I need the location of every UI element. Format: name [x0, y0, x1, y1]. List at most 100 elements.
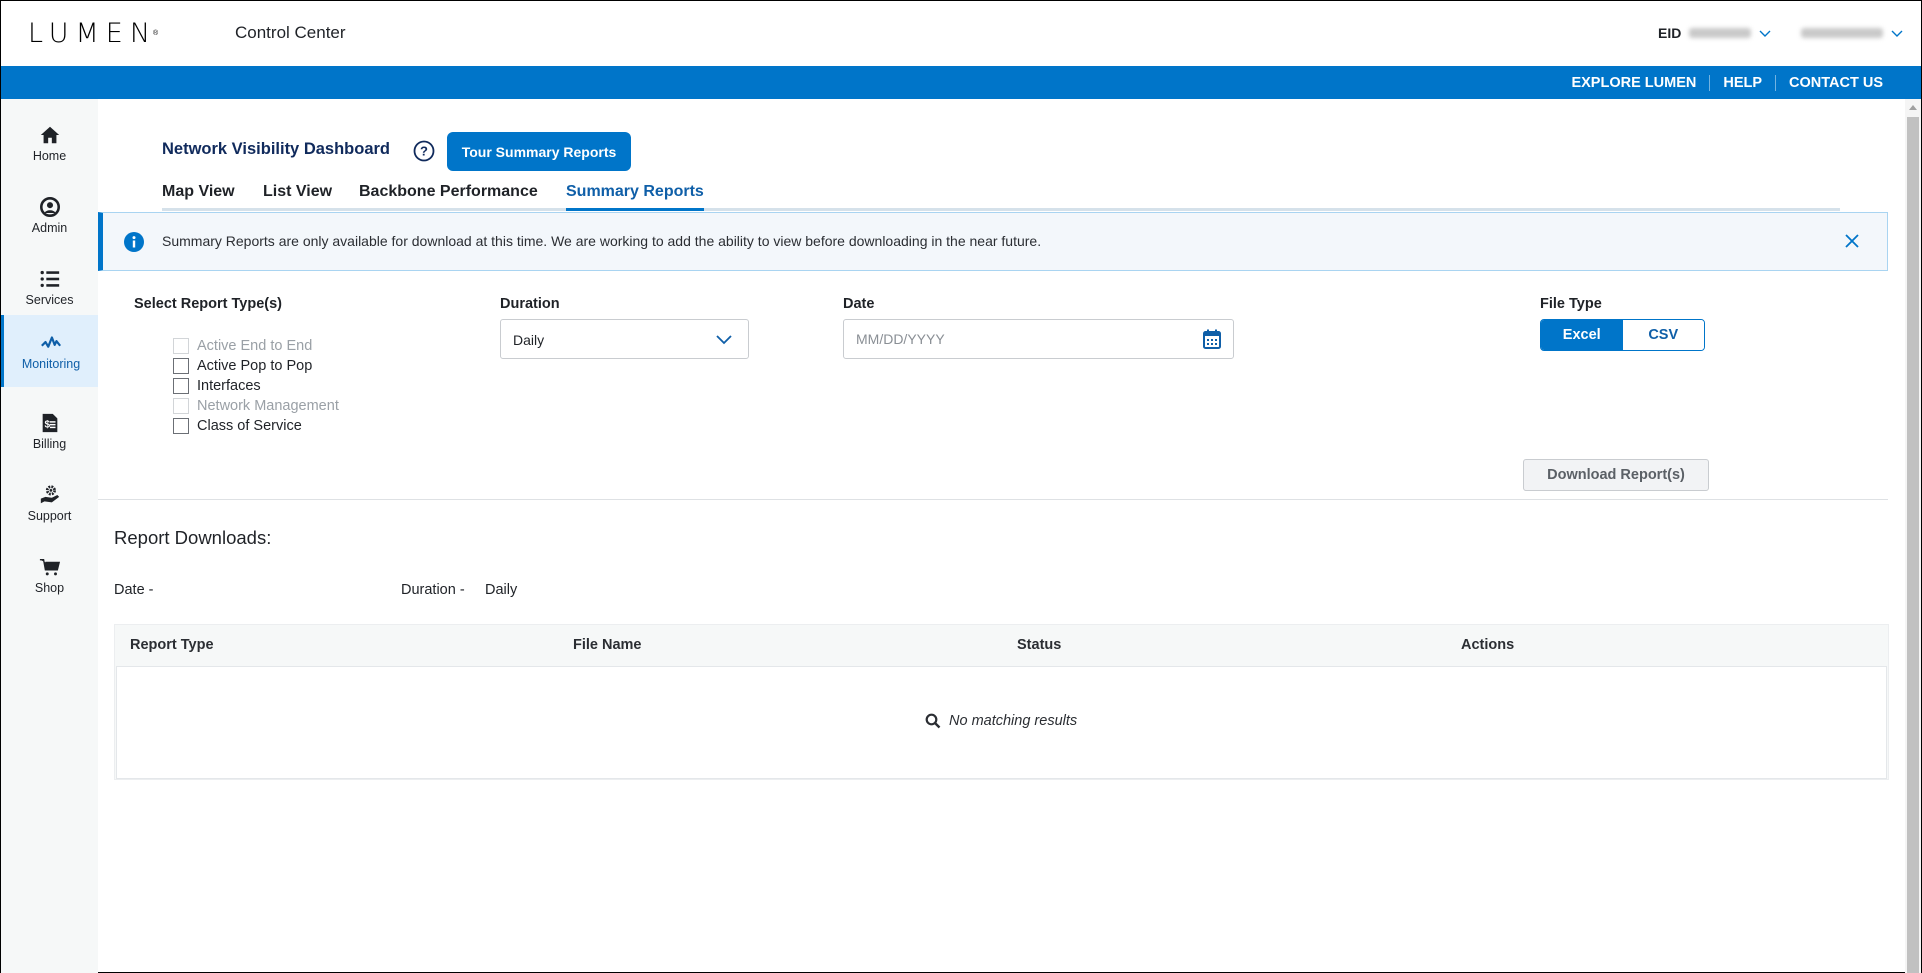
file-type-csv[interactable]: CSV	[1622, 320, 1704, 350]
column-header-status[interactable]: Status	[1017, 637, 1061, 653]
column-header-report-type[interactable]: Report Type	[130, 637, 214, 653]
tab-map-view[interactable]: Map View	[162, 183, 235, 211]
sidebar-item-home[interactable]: Home	[1, 107, 98, 179]
file-type-label: File Type	[1540, 296, 1602, 312]
explore-lumen-link[interactable]: EXPLORE LUMEN	[1558, 75, 1709, 91]
section-divider	[98, 499, 1888, 500]
utility-links: EXPLORE LUMEN HELP CONTACT US	[1558, 66, 1896, 99]
sidebar-item-support[interactable]: Support	[1, 467, 98, 539]
tour-summary-reports-button[interactable]: Tour Summary Reports	[447, 132, 631, 171]
svg-text:$: $	[44, 419, 50, 430]
list-icon	[40, 270, 59, 287]
eid-value-redacted	[1689, 28, 1752, 38]
report-types-label: Select Report Type(s)	[134, 296, 282, 312]
help-link[interactable]: HELP	[1710, 75, 1775, 91]
sidebar-item-monitoring[interactable]: Monitoring	[1, 315, 98, 387]
sidebar-item-label: Services	[25, 292, 74, 307]
close-icon[interactable]	[1842, 231, 1862, 251]
download-reports-button[interactable]: Download Report(s)	[1523, 459, 1709, 491]
invoice-icon: $	[42, 413, 57, 432]
chevron-down-icon[interactable]	[1891, 27, 1903, 39]
column-header-actions[interactable]: Actions	[1461, 637, 1514, 653]
top-header: LUMEN ® Control Center EID	[1, 1, 1921, 66]
eid-label: EID	[1658, 25, 1682, 41]
report-type-checkboxes: Active End to End Active Pop to Pop Inte…	[173, 336, 339, 436]
empty-state-text: No matching results	[949, 713, 1078, 729]
checkbox-label: Class of Service	[197, 418, 302, 434]
checkbox[interactable]	[173, 338, 189, 354]
checkbox-label: Active Pop to Pop	[197, 358, 313, 374]
eid-selector[interactable]: EID	[1658, 25, 1903, 41]
checkbox[interactable]	[173, 398, 189, 414]
sidebar-item-label: Home	[32, 148, 67, 163]
support-gear-hand-icon	[40, 484, 59, 503]
calendar-icon[interactable]	[1203, 329, 1221, 349]
checkbox[interactable]	[173, 378, 189, 394]
date-label: Date	[843, 296, 875, 312]
logo-text: LUMEN	[28, 17, 158, 49]
date-input[interactable]	[844, 320, 1184, 358]
utility-bar: EXPLORE LUMEN HELP CONTACT US	[1, 66, 1921, 99]
date-meta-label: Date -	[114, 582, 154, 598]
sidebar-item-label: Admin	[31, 220, 68, 235]
sidebar-item-services[interactable]: Services	[1, 251, 98, 323]
sidebar-item-admin[interactable]: Admin	[1, 179, 98, 251]
sidebar: Home Admin Services Monitoring $ Billing…	[1, 99, 98, 973]
alert-message: Summary Reports are only available for d…	[162, 233, 1042, 249]
scroll-up-arrow[interactable]	[1905, 99, 1921, 115]
view-tabs: Map View List View Backbone Performance …	[162, 181, 1840, 211]
cart-icon	[39, 558, 60, 575]
sidebar-item-label: Billing	[32, 436, 67, 451]
empty-state: No matching results	[925, 713, 1077, 729]
file-type-toggle: Excel CSV	[1540, 319, 1705, 351]
registered-mark: ®	[153, 29, 159, 37]
sidebar-item-label: Support	[27, 508, 72, 523]
contact-us-link[interactable]: CONTACT US	[1776, 75, 1896, 91]
help-circle-icon[interactable]: ?	[413, 140, 435, 162]
checkbox-class-of-service[interactable]: Class of Service	[173, 416, 339, 436]
info-alert: Summary Reports are only available for d…	[98, 212, 1888, 271]
lumen-logo[interactable]: LUMEN ®	[28, 17, 159, 49]
sidebar-item-shop[interactable]: Shop	[1, 539, 98, 611]
report-downloads-table: Report Type File Name Status Actions No …	[114, 624, 1889, 780]
file-type-excel[interactable]: Excel	[1541, 320, 1623, 350]
column-header-file-name[interactable]: File Name	[573, 637, 642, 653]
app-title: Control Center	[235, 23, 346, 42]
scrollbar-thumb[interactable]	[1907, 117, 1919, 973]
report-downloads-title: Report Downloads:	[114, 527, 272, 548]
home-icon	[40, 126, 59, 143]
checkbox-active-end-to-end[interactable]: Active End to End	[173, 336, 339, 356]
checkbox-active-pop-to-pop[interactable]: Active Pop to Pop	[173, 356, 339, 376]
checkbox-interfaces[interactable]: Interfaces	[173, 376, 339, 396]
duration-label: Duration	[500, 296, 560, 312]
info-icon	[124, 232, 144, 252]
checkbox-label: Active End to End	[197, 338, 313, 354]
checkbox[interactable]	[173, 358, 189, 374]
sidebar-item-label: Shop	[34, 580, 65, 595]
search-icon	[925, 713, 941, 729]
triangle-up-icon	[1909, 105, 1917, 110]
duration-meta-label: Duration -	[401, 582, 465, 598]
checkbox-network-management[interactable]: Network Management	[173, 396, 339, 416]
user-circle-icon	[39, 196, 60, 217]
checkbox[interactable]	[173, 418, 189, 434]
chevron-down-icon	[716, 335, 732, 345]
duration-select[interactable]: Daily	[500, 319, 749, 359]
user-name-redacted[interactable]	[1801, 28, 1884, 38]
sidebar-item-billing[interactable]: $ Billing	[1, 395, 98, 467]
date-field	[843, 319, 1234, 359]
pulse-icon	[41, 335, 62, 348]
svg-text:?: ?	[420, 144, 428, 159]
table-body: No matching results	[116, 666, 1887, 779]
checkbox-label: Interfaces	[197, 378, 261, 394]
duration-value: Daily	[513, 332, 545, 348]
checkbox-label: Network Management	[197, 398, 339, 414]
tab-list-view[interactable]: List View	[263, 183, 332, 211]
vertical-scrollbar[interactable]	[1905, 99, 1921, 973]
tab-summary-reports[interactable]: Summary Reports	[566, 183, 704, 211]
tab-backbone-performance[interactable]: Backbone Performance	[359, 183, 538, 211]
chevron-down-icon	[1759, 30, 1771, 37]
sidebar-item-label: Monitoring	[21, 356, 81, 371]
page-title: Network Visibility Dashboard	[162, 140, 391, 158]
duration-meta-value: Daily	[485, 582, 518, 598]
